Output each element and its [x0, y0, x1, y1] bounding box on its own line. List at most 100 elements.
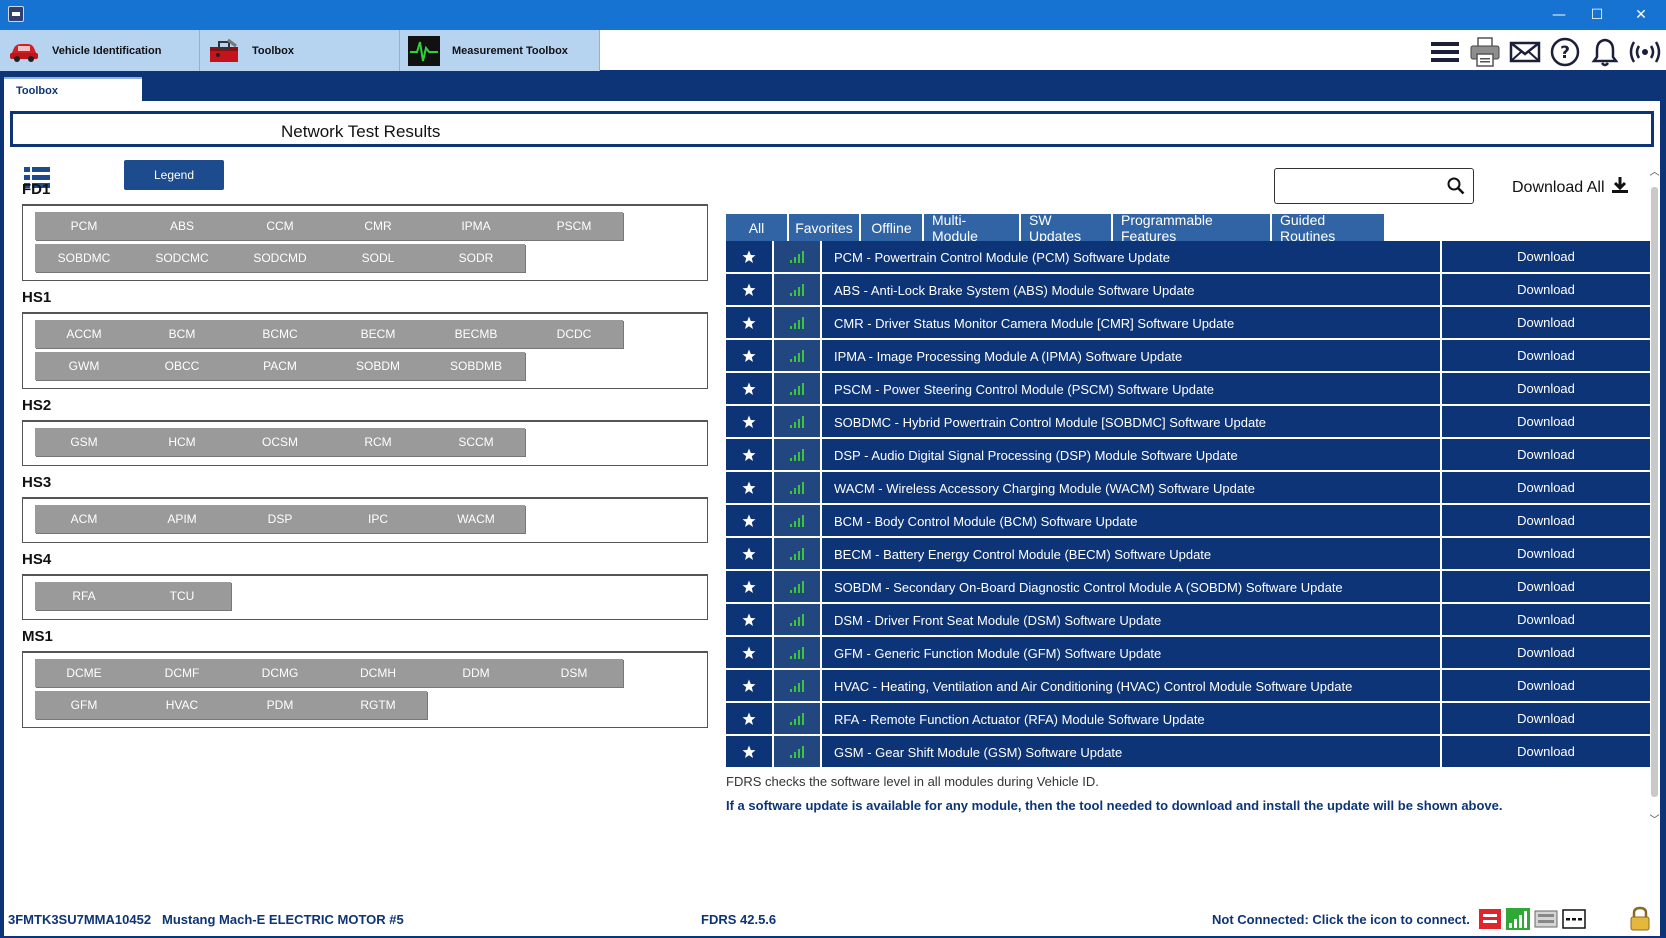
download-button[interactable]: Download: [1442, 538, 1650, 569]
filter-tab-all[interactable]: All: [726, 214, 787, 241]
favorite-star-icon[interactable]: [726, 340, 774, 371]
update-name[interactable]: PCM - Powertrain Control Module (PCM) So…: [822, 241, 1442, 272]
module-button-sccm[interactable]: SCCM: [427, 428, 525, 456]
module-button-sodcmc[interactable]: SODCMC: [133, 244, 231, 272]
update-row[interactable]: PSCM - Power Steering Control Module (PS…: [726, 373, 1650, 406]
favorite-star-icon[interactable]: [726, 241, 774, 272]
update-name[interactable]: SOBDMC - Hybrid Powertrain Control Modul…: [822, 406, 1442, 437]
module-button-cmr[interactable]: CMR: [329, 212, 427, 240]
help-icon[interactable]: ?: [1548, 35, 1582, 69]
search-field[interactable]: [1274, 168, 1474, 204]
module-button-gfm[interactable]: GFM: [35, 691, 133, 719]
filter-tab-multi-module[interactable]: Multi-Module: [924, 212, 1019, 244]
favorite-star-icon[interactable]: [726, 307, 774, 338]
update-name[interactable]: BECM - Battery Energy Control Module (BE…: [822, 538, 1442, 569]
update-row[interactable]: CMR - Driver Status Monitor Camera Modul…: [726, 307, 1650, 340]
favorite-star-icon[interactable]: [726, 736, 774, 767]
download-button[interactable]: Download: [1442, 505, 1650, 536]
module-button-pdm[interactable]: PDM: [231, 691, 329, 719]
module-button-dcme[interactable]: DCME: [35, 659, 133, 687]
update-name[interactable]: CMR - Driver Status Monitor Camera Modul…: [822, 307, 1442, 338]
tab-measurement-toolbox[interactable]: Measurement Toolbox: [400, 30, 600, 71]
update-name[interactable]: DSM - Driver Front Seat Module (DSM) Sof…: [822, 604, 1442, 635]
bell-icon[interactable]: [1588, 35, 1622, 69]
update-name[interactable]: ABS - Anti-Lock Brake System (ABS) Modul…: [822, 274, 1442, 305]
module-button-acm[interactable]: ACM: [35, 505, 133, 533]
update-name[interactable]: PSCM - Power Steering Control Module (PS…: [822, 373, 1442, 404]
update-row[interactable]: BCM - Body Control Module (BCM) Software…: [726, 505, 1650, 538]
module-button-dsm[interactable]: DSM: [525, 659, 623, 687]
module-button-obcc[interactable]: OBCC: [133, 352, 231, 380]
module-button-tcu[interactable]: TCU: [133, 582, 231, 610]
module-button-becmb[interactable]: BECMB: [427, 320, 525, 348]
download-button[interactable]: Download: [1442, 373, 1650, 404]
update-row[interactable]: ABS - Anti-Lock Brake System (ABS) Modul…: [726, 274, 1650, 307]
module-button-sobdm[interactable]: SOBDM: [329, 352, 427, 380]
module-button-sobdmb[interactable]: SOBDMB: [427, 352, 525, 380]
module-button-accm[interactable]: ACCM: [35, 320, 133, 348]
module-button-dcmh[interactable]: DCMH: [329, 659, 427, 687]
vci-device-icon[interactable]: [1534, 907, 1558, 931]
vertical-scrollbar[interactable]: ︿ ﹀: [1649, 161, 1660, 831]
module-button-dcmf[interactable]: DCMF: [133, 659, 231, 687]
module-button-dcmg[interactable]: DCMG: [231, 659, 329, 687]
lock-icon[interactable]: [1628, 906, 1652, 932]
download-button[interactable]: Download: [1442, 472, 1650, 503]
update-row[interactable]: RFA - Remote Function Actuator (RFA) Mod…: [726, 703, 1650, 736]
update-name[interactable]: GFM - Generic Function Module (GFM) Soft…: [822, 637, 1442, 668]
module-button-ocsm[interactable]: OCSM: [231, 428, 329, 456]
download-button[interactable]: Download: [1442, 406, 1650, 437]
module-button-sodl[interactable]: SODL: [329, 244, 427, 272]
module-button-ipma[interactable]: IPMA: [427, 212, 525, 240]
download-button[interactable]: Download: [1442, 736, 1650, 767]
dashes-icon[interactable]: [1562, 907, 1586, 931]
module-button-sobdmc[interactable]: SOBDMC: [35, 244, 133, 272]
module-button-bcmc[interactable]: BCMC: [231, 320, 329, 348]
favorite-star-icon[interactable]: [726, 538, 774, 569]
module-button-bcm[interactable]: BCM: [133, 320, 231, 348]
update-row[interactable]: PCM - Powertrain Control Module (PCM) So…: [726, 241, 1650, 274]
download-button[interactable]: Download: [1442, 571, 1650, 602]
maximize-button[interactable]: ☐: [1578, 3, 1616, 27]
tab-vehicle-identification[interactable]: Vehicle Identification: [0, 30, 200, 71]
search-input[interactable]: [1281, 170, 1441, 202]
favorite-star-icon[interactable]: [726, 406, 774, 437]
module-button-hvac[interactable]: HVAC: [133, 691, 231, 719]
filter-tab-guided-routines[interactable]: Guided Routines: [1272, 212, 1384, 244]
module-button-dsp[interactable]: DSP: [231, 505, 329, 533]
favorite-star-icon[interactable]: [726, 373, 774, 404]
download-button[interactable]: Download: [1442, 307, 1650, 338]
update-name[interactable]: WACM - Wireless Accessory Charging Modul…: [822, 472, 1442, 503]
update-name[interactable]: IPMA - Image Processing Module A (IPMA) …: [822, 340, 1442, 371]
module-button-dcdc[interactable]: DCDC: [525, 320, 623, 348]
module-button-rcm[interactable]: RCM: [329, 428, 427, 456]
menu-icon[interactable]: [1428, 35, 1462, 69]
favorite-star-icon[interactable]: [726, 670, 774, 701]
filter-tab-favorites[interactable]: Favorites: [789, 214, 859, 241]
favorite-star-icon[interactable]: [726, 472, 774, 503]
update-row[interactable]: DSM - Driver Front Seat Module (DSM) Sof…: [726, 604, 1650, 637]
update-name[interactable]: DSP - Audio Digital Signal Processing (D…: [822, 439, 1442, 470]
tab-toolbox-sub[interactable]: Toolbox: [4, 77, 142, 101]
tab-toolbox[interactable]: Toolbox: [200, 30, 400, 71]
wireless-icon[interactable]: [1628, 35, 1662, 69]
printer-icon[interactable]: [1468, 35, 1502, 69]
module-button-wacm[interactable]: WACM: [427, 505, 525, 533]
module-button-pscm[interactable]: PSCM: [525, 212, 623, 240]
module-button-sodcmd[interactable]: SODCMD: [231, 244, 329, 272]
module-button-rfa[interactable]: RFA: [35, 582, 133, 610]
search-icon[interactable]: [1447, 177, 1465, 195]
signal-strength-icon[interactable]: [1506, 907, 1530, 931]
mail-icon[interactable]: [1508, 35, 1542, 69]
module-button-gwm[interactable]: GWM: [35, 352, 133, 380]
module-button-pcm[interactable]: PCM: [35, 212, 133, 240]
module-button-ipc[interactable]: IPC: [329, 505, 427, 533]
update-row[interactable]: SOBDMC - Hybrid Powertrain Control Modul…: [726, 406, 1650, 439]
update-name[interactable]: SOBDM - Secondary On-Board Diagnostic Co…: [822, 571, 1442, 602]
module-button-apim[interactable]: APIM: [133, 505, 231, 533]
download-button[interactable]: Download: [1442, 703, 1650, 734]
module-button-pacm[interactable]: PACM: [231, 352, 329, 380]
module-button-hcm[interactable]: HCM: [133, 428, 231, 456]
scrollbar-thumb[interactable]: [1651, 187, 1658, 797]
scroll-down-icon[interactable]: ﹀: [1649, 811, 1660, 826]
